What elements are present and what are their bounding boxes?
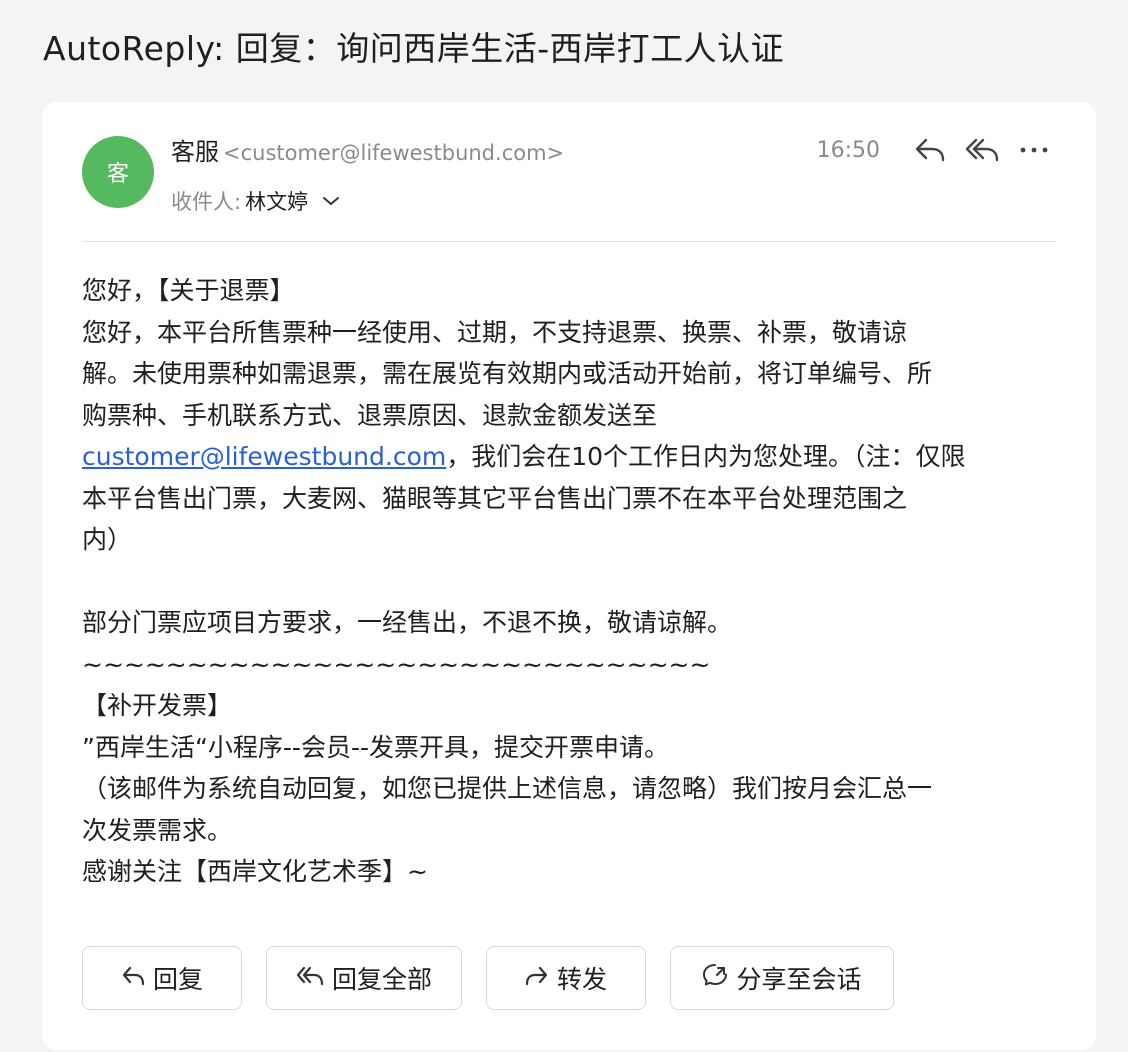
reply-all-button-label: 回复全部 xyxy=(331,965,432,994)
email-subject: AutoReply: 回复：询问西岸生活-西岸打工人认证 xyxy=(43,29,785,68)
body-line: 部分门票应项目方要求，一经售出，不退不换，敬请谅解。 xyxy=(82,608,733,637)
body-line: 【补开发票】 xyxy=(82,691,233,720)
share-to-chat-button-label: 分享至会话 xyxy=(736,965,862,994)
header-divider xyxy=(82,241,1056,242)
forward-button-label: 转发 xyxy=(556,965,607,994)
sender-avatar[interactable]: 客 xyxy=(82,136,154,208)
body-line: 您好，本平台所售票种一经使用、过期，不支持退票、换票、补票，敬请谅 xyxy=(82,317,908,347)
chevron-down-icon[interactable] xyxy=(322,195,340,207)
chat-share-icon xyxy=(702,963,736,993)
reply-icon[interactable] xyxy=(908,132,952,168)
body-line: 购票种、手机联系方式、退票原因、退款金额发送至 xyxy=(82,400,658,430)
body-line: 本平台售出门票，大麦网、猫眼等其它平台售出门票不在本平台处理范围之 xyxy=(82,483,908,513)
body-line: customer@lifewestbund.com，我们会在10个工作日内为您处… xyxy=(82,436,1057,478)
forward-icon xyxy=(525,964,557,993)
reply-button[interactable]: 回复 xyxy=(82,946,242,1010)
body-line: 次发票需求。 xyxy=(82,815,233,845)
header-meta: 16:50 xyxy=(817,132,1056,168)
recipient-name[interactable]: 林文婷 xyxy=(245,186,308,216)
reply-icon xyxy=(121,964,153,993)
reply-all-icon[interactable] xyxy=(960,132,1004,168)
email-card: 客 客服 <customer@lifewestbund.com> 收件人: 林文婷… xyxy=(42,102,1096,1050)
forward-button[interactable]: 转发 xyxy=(486,946,646,1010)
email-link[interactable]: customer@lifewestbund.com xyxy=(82,442,446,471)
reply-button-label: 回复 xyxy=(152,965,203,994)
body-line: 您好，【关于退票】 xyxy=(82,276,295,305)
body-line: 内） xyxy=(82,525,133,554)
body-line-rest: ，我们会在10个工作日内为您处理。（注：仅限 xyxy=(446,442,966,471)
body-line: 感谢关注【西岸文化艺术季】~ xyxy=(82,857,428,886)
body-line: ”西岸生活“小程序--会员--发票开具，提交开票申请。 xyxy=(82,732,669,762)
sender-email[interactable]: <customer@lifewestbund.com> xyxy=(223,141,564,165)
more-icon[interactable] xyxy=(1012,132,1056,168)
email-body: 您好，【关于退票】 您好，本平台所售票种一经使用、过期，不支持退票、换票、补票，… xyxy=(82,270,1057,893)
reply-all-button[interactable]: 回复全部 xyxy=(266,946,462,1010)
recipient-line: 收件人: 林文婷 xyxy=(171,186,340,216)
body-line: ~~~~~~~~~~~~~~~~~~~~~~~~~~~~~~ xyxy=(82,649,711,679)
body-line: （该邮件为系统自动回复，如您已提供上述信息，请忽略）我们按月会汇总一 xyxy=(82,774,933,803)
body-line: 解。未使用票种如需退票，需在展览有效期内或活动开始前，将订单编号、所 xyxy=(82,359,933,388)
reply-all-icon xyxy=(296,964,332,993)
sender-line: 客服 <customer@lifewestbund.com> xyxy=(171,132,564,167)
sender-name[interactable]: 客服 xyxy=(171,138,219,166)
email-time: 16:50 xyxy=(816,137,880,163)
recipient-label: 收件人: xyxy=(171,190,242,214)
share-to-chat-button[interactable]: 分享至会话 xyxy=(670,946,894,1010)
